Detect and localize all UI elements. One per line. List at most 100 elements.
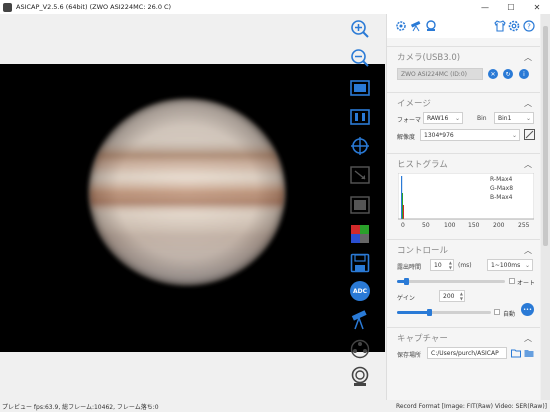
maximize-button[interactable]: ☐	[498, 0, 524, 14]
exposure-auto-checkbox[interactable]	[509, 278, 515, 284]
chevron-up-icon: ︿	[524, 53, 532, 62]
color-grid-icon[interactable]	[347, 223, 373, 245]
camera-row: ZWO ASI224MC (ID:0) ✕ ↻ i	[387, 66, 540, 86]
preview-image[interactable]	[0, 64, 385, 352]
chevron-up-icon: ︿	[524, 246, 532, 255]
histogram-r-max: R-Max4	[490, 176, 513, 183]
panel-scrollbar[interactable]	[541, 14, 550, 400]
histogram-tick-255: 255	[518, 222, 530, 229]
gear-icon[interactable]	[508, 20, 520, 34]
crop-icon[interactable]	[524, 129, 535, 142]
save-icon[interactable]	[347, 252, 373, 274]
chevron-up-icon: ︿	[524, 334, 532, 343]
control-section-header[interactable]: コントロール ︿	[387, 239, 540, 259]
resolution-row: 解像度 1304*976 ⌄	[387, 129, 540, 153]
chevron-down-icon: ⌄	[525, 115, 531, 122]
actual-size-icon[interactable]	[347, 106, 373, 128]
chevron-up-icon: ︿	[524, 160, 532, 169]
exposure-input[interactable]: 10 ▲ ▼	[430, 259, 454, 271]
exposure-range-value: 1~100ms	[491, 262, 521, 269]
exposure-label: 露出時間	[397, 264, 422, 271]
folder-browse-icon[interactable]	[524, 348, 534, 360]
adc-label: ADC	[350, 281, 370, 301]
roi-icon[interactable]	[347, 164, 373, 186]
settings-cog-icon[interactable]	[395, 20, 407, 34]
gain-input[interactable]: 200 ▲ ▼	[439, 290, 465, 302]
refresh-icon[interactable]: ↻	[503, 69, 513, 79]
status-bar: プレビュー fps:63.9, 総フレーム:10462, フレーム落ち:0 Re…	[0, 400, 550, 412]
gain-slider[interactable]	[397, 309, 491, 316]
zoom-out-icon[interactable]	[347, 47, 373, 69]
close-camera-icon[interactable]: ✕	[488, 69, 498, 79]
gain-value: 200	[443, 293, 455, 300]
gain-slider-fill	[397, 311, 429, 314]
crosshair-icon[interactable]	[347, 135, 373, 157]
gain-slider-knob[interactable]	[426, 309, 432, 316]
fit-screen-icon[interactable]	[347, 77, 373, 99]
histogram-tick-100: 100	[444, 222, 456, 229]
exposure-slider-knob[interactable]	[403, 278, 409, 285]
format-select[interactable]: RAW16 ⌄	[423, 112, 463, 124]
exposure-auto-label: オート	[517, 280, 536, 287]
exposure-value: 10	[434, 262, 442, 269]
preview-area: ADC	[0, 14, 385, 400]
exposure-slider[interactable]	[397, 278, 505, 285]
chevron-down-icon: ⌄	[511, 132, 517, 139]
camera-section-header[interactable]: カメラ(USB3.0) ︿	[387, 46, 540, 66]
image-section-header[interactable]: イメージ ︿	[387, 92, 540, 112]
scrollbar-thumb[interactable]	[543, 26, 548, 246]
more-options-button[interactable]: •••	[521, 303, 534, 316]
minimize-button[interactable]: —	[472, 0, 498, 14]
format-row: フォーマ RAW16 ⌄ Bin Bin1 ⌄	[387, 112, 540, 129]
shirt-theme-icon[interactable]	[494, 20, 506, 34]
camera-cooler-icon[interactable]	[425, 20, 437, 34]
format-label: フォーマ	[397, 117, 422, 124]
capture-section-title: キャプチャー	[397, 333, 448, 344]
chevron-down-icon: ⌄	[524, 262, 530, 269]
image-section-title: イメージ	[397, 98, 431, 109]
histogram-g-max: G-Max8	[490, 185, 514, 192]
chevron-down-icon: ⌄	[454, 115, 460, 122]
telescope-guide-icon[interactable]	[347, 309, 373, 331]
telescope-icon[interactable]	[410, 20, 422, 34]
spin-arrows-icon[interactable]: ▲ ▼	[460, 291, 463, 301]
resolution-select[interactable]: 1304*976 ⌄	[420, 129, 520, 141]
gain-auto-checkbox[interactable]	[494, 309, 500, 315]
histogram-area: R-Max4 G-Max8 B-Max4 0 50 100 150 200 25…	[387, 173, 540, 239]
fullscreen-icon[interactable]	[347, 194, 373, 216]
histogram-b-max: B-Max4	[490, 194, 513, 201]
control-panel: ? カメラ(USB3.0) ︿ ZWO ASI224MC (ID:0) ✕ ↻ …	[386, 14, 540, 400]
filter-wheel-icon[interactable]	[347, 338, 373, 360]
bin-value: Bin1	[498, 115, 512, 122]
capture-section-header[interactable]: キャプチャー ︿	[387, 327, 540, 347]
histogram-section-header[interactable]: ヒストグラム ︿	[387, 153, 540, 173]
folder-open-icon[interactable]	[511, 348, 521, 360]
gain-row: ゲイン 200 ▲ ▼	[387, 290, 540, 307]
spin-arrows-icon[interactable]: ▲ ▼	[449, 260, 452, 270]
histogram-tick-50: 50	[422, 222, 430, 229]
bin-select[interactable]: Bin1 ⌄	[494, 112, 534, 124]
zoom-in-icon[interactable]	[347, 18, 373, 40]
svg-text:?: ?	[527, 23, 531, 31]
histogram-chart	[398, 173, 534, 220]
close-button[interactable]: ✕	[524, 0, 550, 14]
app-icon	[3, 2, 12, 12]
info-icon[interactable]: i	[519, 69, 529, 79]
adc-icon[interactable]: ADC	[347, 280, 373, 302]
camera-section-title: カメラ(USB3.0)	[397, 52, 461, 63]
exposure-row: 露出時間 10 ▲ ▼ (ms) 1~100ms ⌄	[387, 259, 540, 276]
focuser-icon[interactable]	[347, 366, 373, 388]
histogram-tick-150: 150	[468, 222, 480, 229]
record-format-status: Record Format [Image: FIT(Raw) Video: SE…	[396, 402, 547, 410]
save-path-input[interactable]: C:/Users/purch/ASICAP	[427, 347, 507, 359]
camera-select[interactable]: ZWO ASI224MC (ID:0)	[397, 68, 483, 80]
histogram-tick-200: 200	[493, 222, 505, 229]
help-icon[interactable]: ?	[523, 20, 535, 34]
format-value: RAW16	[427, 115, 449, 122]
exposure-range-select[interactable]: 1~100ms ⌄	[487, 259, 533, 271]
title-bar: ASICAP_V2.5.6 (64bit) (ZWO ASI224MC: 26.…	[0, 0, 550, 14]
exposure-slider-row: オート	[387, 276, 540, 290]
save-location-label: 保存場所	[397, 352, 422, 359]
window-title: ASICAP_V2.5.6 (64bit) (ZWO ASI224MC: 26.…	[16, 3, 172, 11]
chevron-up-icon: ︿	[524, 99, 532, 108]
